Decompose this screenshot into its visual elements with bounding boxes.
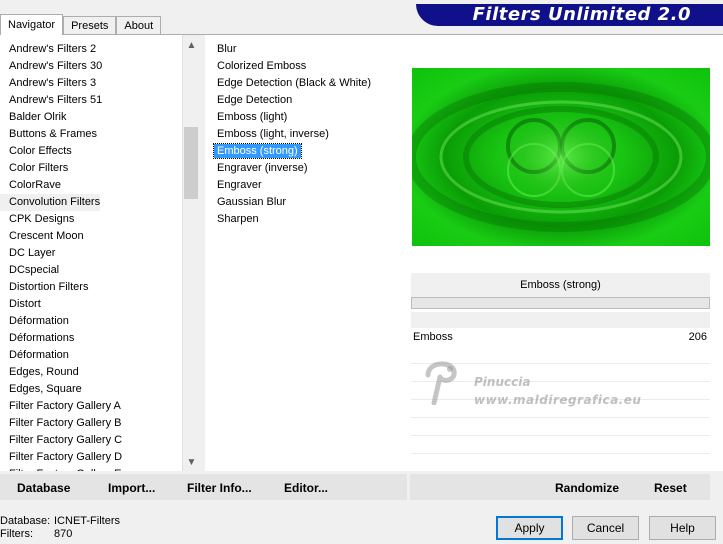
filter-list[interactable]: Blur Colorized Emboss Edge Detection (Blac… [205, 35, 404, 471]
category-item[interactable]: Color Filters [0, 160, 182, 177]
category-item[interactable]: CPK Designs [0, 211, 182, 228]
filter-item-label: Gaussian Blur [217, 196, 287, 208]
filter-item-label: Sharpen [217, 213, 259, 225]
filter-item[interactable]: Blur [205, 41, 404, 58]
parameter-value: 206 [688, 331, 707, 343]
category-item[interactable]: Crescent Moon [0, 228, 182, 245]
status-database-value: ICNET-Filters [54, 515, 120, 527]
category-scrollbar[interactable]: ▲ ▼ [182, 35, 199, 471]
brand-title: Filters Unlimited 2.0 [416, 4, 723, 26]
preview-filter-name: Emboss (strong) [411, 273, 710, 297]
category-item[interactable]: Andrew's Filters 30 [0, 58, 182, 75]
database-button[interactable]: Database [17, 474, 70, 500]
watermark-logo-icon [425, 361, 457, 405]
help-button[interactable]: Help [649, 516, 716, 540]
filter-item-label: Edge Detection [217, 94, 293, 106]
category-item[interactable]: Filter Factory Gallery A [0, 398, 182, 415]
apply-button[interactable]: Apply [496, 516, 563, 540]
parameter-header [411, 312, 710, 328]
category-item[interactable]: Filter Factory Gallery C [0, 432, 182, 449]
category-item[interactable]: DCspecial [0, 262, 182, 279]
category-item[interactable]: Buttons & Frames [0, 126, 182, 143]
cancel-button[interactable]: Cancel [572, 516, 639, 540]
status-filters-value: 870 [54, 528, 73, 540]
category-item[interactable]: Filter Factory Gallery D [0, 449, 182, 466]
progress-bar [411, 297, 710, 309]
category-item[interactable]: Filter Factory Gallery E [0, 466, 182, 471]
scrollbar-thumb[interactable] [184, 127, 198, 199]
category-item[interactable]: Color Effects [0, 143, 182, 160]
preview-image [412, 68, 710, 246]
status-database-label: Database: [0, 515, 51, 527]
filter-item-label: Emboss (light) [217, 111, 288, 123]
category-item[interactable]: Andrew's Filters 51 [0, 92, 182, 109]
filter-item[interactable]: Colorized Emboss [205, 58, 404, 75]
status-info: Database: ICNET-Filters Filters: 870 [0, 515, 120, 541]
filter-item[interactable]: Gaussian Blur [205, 194, 404, 211]
reset-button[interactable]: Reset [654, 474, 687, 500]
filter-item-label: Blur [217, 43, 237, 55]
tab-about[interactable]: About [116, 16, 162, 35]
filter-item[interactable]: Engraver [205, 177, 404, 194]
filter-item-label: Edge Detection (Black & White) [217, 77, 372, 89]
category-item[interactable]: Filter Factory Gallery B [0, 415, 182, 432]
filter-item[interactable]: Emboss (strong) [205, 143, 404, 160]
category-item[interactable]: Déformations [0, 330, 182, 347]
category-item[interactable]: Déformation [0, 313, 182, 330]
filter-item[interactable]: Emboss (light) [205, 109, 404, 126]
watermark-name: Pinuccia [474, 375, 531, 389]
filter-item-label: Emboss (strong) [213, 143, 302, 159]
category-item[interactable]: Andrew's Filters 2 [0, 41, 182, 58]
filter-item-label: Emboss (light, inverse) [217, 128, 329, 140]
chevron-up-icon[interactable]: ▲ [183, 37, 200, 54]
category-list[interactable]: Andrew's Filters 2 Andrew's Filters 30 And… [0, 35, 182, 471]
import-button[interactable]: Import... [108, 474, 155, 500]
filter-item[interactable]: Engraver (inverse) [205, 160, 404, 177]
watermark-site: www.maldiregrafica.eu [474, 393, 642, 407]
category-item[interactable]: Edges, Square [0, 381, 182, 398]
tab-presets[interactable]: Presets [63, 16, 117, 35]
category-item[interactable]: Distort [0, 296, 182, 313]
category-item[interactable]: Déformation [0, 347, 182, 364]
preview-toolbar: Randomize Reset [410, 474, 710, 500]
status-filters-label: Filters: [0, 528, 33, 540]
tab-navigator[interactable]: Navigator [0, 14, 64, 35]
parameter-label: Emboss [413, 331, 453, 343]
editor-button[interactable]: Editor... [284, 474, 328, 500]
chevron-down-icon[interactable]: ▼ [183, 454, 200, 471]
category-item[interactable]: DC Layer [0, 245, 182, 262]
filter-item[interactable]: Sharpen [205, 211, 404, 228]
filter-item[interactable]: Edge Detection [205, 92, 404, 109]
tab-strip: Navigator Presets About [0, 14, 162, 35]
category-item[interactable]: Distortion Filters [0, 279, 182, 296]
parameter-slider-emboss[interactable]: Emboss 206 [411, 329, 710, 346]
filter-item-label: Colorized Emboss [217, 60, 307, 72]
category-item[interactable]: Convolution Filters [0, 194, 100, 211]
watermark: Pinuccia www.maldiregrafica.eu [420, 355, 660, 410]
category-item[interactable]: Balder Olrik [0, 109, 182, 126]
filter-item-label: Engraver [217, 179, 262, 191]
category-item[interactable]: ColorRave [0, 177, 182, 194]
category-item[interactable]: Edges, Round [0, 364, 182, 381]
filter-info-button[interactable]: Filter Info... [187, 474, 252, 500]
randomize-button[interactable]: Randomize [555, 474, 619, 500]
category-item[interactable]: Andrew's Filters 3 [0, 75, 182, 92]
navigator-toolbar: Database Import... Filter Info... Editor… [0, 474, 407, 500]
filter-item[interactable]: Emboss (light, inverse) [205, 126, 404, 143]
filter-item[interactable]: Edge Detection (Black & White) [205, 75, 404, 92]
filter-item-label: Engraver (inverse) [217, 162, 308, 174]
